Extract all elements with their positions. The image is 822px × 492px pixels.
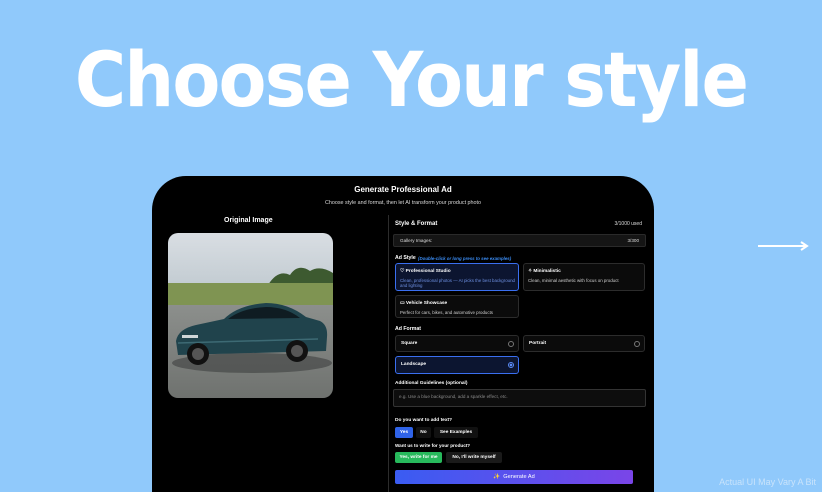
- format-portrait[interactable]: Portrait: [523, 335, 645, 352]
- guidelines-label: Additional Guidelines (optional): [395, 381, 468, 386]
- phone-mockup: Generate Professional Ad Choose style an…: [152, 176, 654, 492]
- write-myself-button[interactable]: No, I'll write myself: [446, 452, 502, 463]
- ad-style-label: Ad Style: [395, 255, 416, 261]
- style-card-desc: Perfect for cars, bikes, and automotive …: [400, 310, 493, 315]
- ad-format-label: Ad Format: [395, 326, 421, 332]
- page-title: Generate Professional Ad: [354, 185, 452, 194]
- format-label: Portrait: [529, 341, 547, 346]
- write-question: Want us to write for your product?: [395, 443, 471, 448]
- style-card-title: ✧ Minimalistic: [528, 269, 561, 274]
- style-card-desc: Clean, professional photos — AI picks th…: [400, 278, 515, 289]
- format-label: Square: [401, 341, 418, 346]
- radio-icon: [508, 341, 514, 347]
- style-format-panel: Style & Format 3/1000 used Gallery Image…: [388, 215, 648, 492]
- format-landscape[interactable]: Landscape: [395, 356, 519, 374]
- add-text-question: Do you want to add text?: [395, 418, 453, 423]
- generate-ad-button[interactable]: ✨ Generate Ad: [395, 470, 633, 484]
- usage-counter: 3/1000 used: [614, 221, 642, 227]
- ad-style-hint: (Double-click or long press to see examp…: [418, 255, 512, 261]
- style-card-minimalistic[interactable]: ✧ Minimalistic Clean, minimal aesthetic …: [523, 263, 645, 291]
- sparkle-icon: ✨: [493, 474, 501, 480]
- format-square[interactable]: Square: [395, 335, 519, 352]
- disclaimer: Actual UI May Vary A Bit: [719, 477, 816, 487]
- headline: Choose Your style: [74, 35, 749, 124]
- panel-title: Style & Format: [395, 221, 438, 227]
- radio-selected-icon: [508, 362, 514, 368]
- style-card-title: ♡ Professional Studio: [400, 269, 451, 274]
- gallery-count: 3/300: [627, 238, 640, 243]
- product-photo: [168, 233, 333, 398]
- page-subtitle: Choose style and format, then let AI tra…: [324, 200, 482, 206]
- style-card-title: ▭ Vehicle Showcase: [400, 301, 448, 306]
- style-card-professional-studio[interactable]: ♡ Professional Studio Clean, professiona…: [395, 263, 519, 291]
- guidelines-input[interactable]: e.g. Use a blue background, add a sparkl…: [393, 389, 646, 407]
- gallery-counter: Gallery Images: 3/300: [393, 234, 646, 247]
- write-for-me-button[interactable]: Yes, write for me: [395, 452, 442, 463]
- original-image-label: Original Image: [224, 217, 273, 224]
- add-text-yes-button[interactable]: Yes: [395, 427, 413, 438]
- generate-ad-label: Generate Ad: [503, 474, 535, 480]
- radio-icon: [634, 341, 640, 347]
- arrow-right-icon: [758, 241, 809, 251]
- format-label: Landscape: [401, 362, 427, 367]
- style-card-vehicle-showcase[interactable]: ▭ Vehicle Showcase Perfect for cars, bik…: [395, 295, 519, 318]
- gallery-label: Gallery Images:: [400, 238, 433, 243]
- see-examples-button[interactable]: See Examples: [434, 427, 478, 438]
- style-card-desc: Clean, minimal aesthetic with focus on p…: [528, 278, 619, 283]
- add-text-no-button[interactable]: No: [416, 427, 431, 438]
